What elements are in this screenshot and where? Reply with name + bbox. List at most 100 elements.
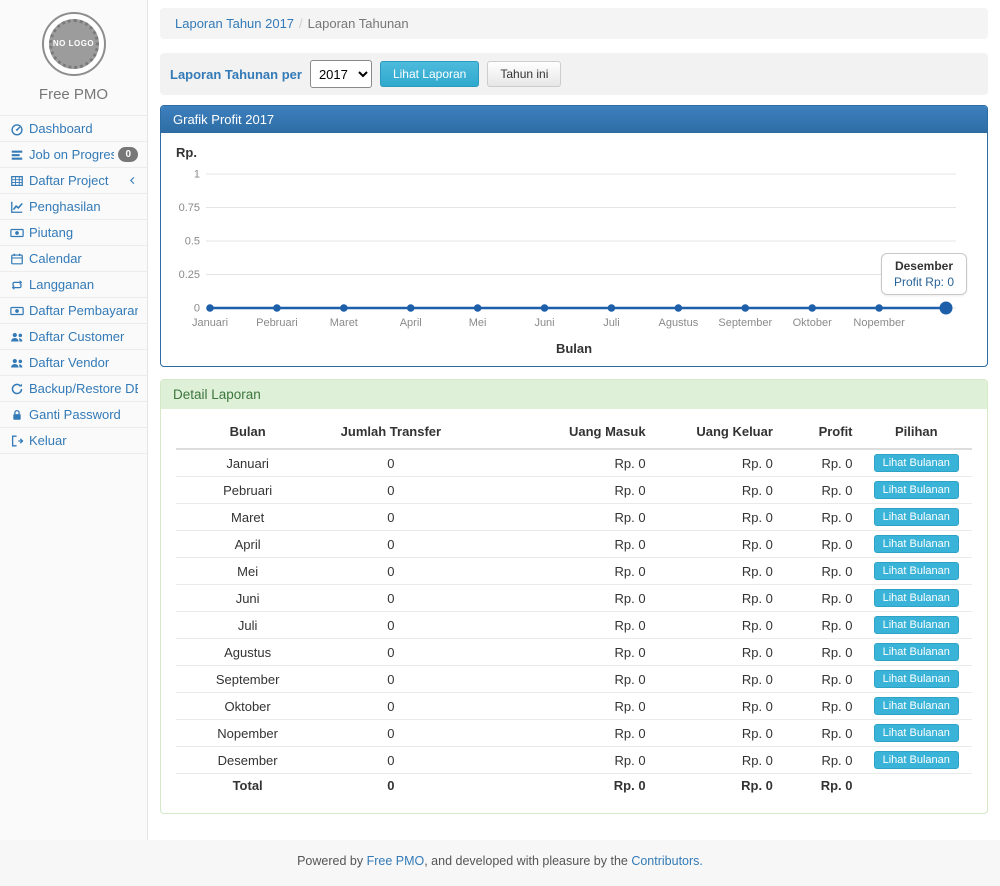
sidebar-item-daftar-project[interactable]: Daftar Project [0,168,147,194]
cell-profit: Rp. 0 [781,774,861,798]
tooltip-profit: Profit Rp: 0 [894,275,954,289]
sidebar-item-label: Daftar Customer [29,329,138,344]
cell-profit: Rp. 0 [781,747,861,774]
lihat-bulanan-button[interactable]: Lihat Bulanan [874,562,959,580]
lihat-laporan-button[interactable]: Lihat Laporan [380,61,479,87]
cell-uang_keluar: Rp. 0 [654,531,781,558]
profit-chart-svg: 00.250.50.751JanuariPebruariMaretAprilMe… [176,166,972,336]
tasks-icon [9,148,25,162]
money-icon [9,226,25,240]
svg-text:Pebruari: Pebruari [256,317,298,329]
table-row-agustus: Agustus0Rp. 0Rp. 0Rp. 0Lihat Bulanan [176,639,972,666]
dashboard-icon [9,122,25,136]
lihat-bulanan-button[interactable]: Lihat Bulanan [874,643,959,661]
cell-jumlah_transfer: 0 [319,585,462,612]
cell-uang_keluar: Rp. 0 [654,747,781,774]
table-row-juni: Juni0Rp. 0Rp. 0Rp. 0Lihat Bulanan [176,585,972,612]
year-select[interactable]: 2017 [310,60,372,88]
sidebar-item-job-on-progress[interactable]: Job on Progress0 [0,142,147,168]
y-axis-label: Rp. [176,145,972,160]
table-total-row: Total0Rp. 0Rp. 0Rp. 0 [176,774,972,798]
lihat-bulanan-button[interactable]: Lihat Bulanan [874,454,959,472]
cell-pilihan: Lihat Bulanan [861,666,972,693]
sidebar-item-label: Calendar [29,251,138,266]
breadcrumb-current: Laporan Tahunan [308,16,409,31]
cell-pilihan: Lihat Bulanan [861,558,972,585]
cell-profit: Rp. 0 [781,531,861,558]
breadcrumb-separator: / [294,16,308,31]
footer-link-contributors[interactable]: Contributors. [631,854,703,868]
users-icon [9,330,25,344]
sidebar-item-label: Daftar Project [29,173,123,188]
cell-jumlah_transfer: 0 [319,477,462,504]
svg-text:Juli: Juli [603,317,620,329]
cell-bulan: Total [176,774,319,798]
column-header-uang-masuk: Uang Masuk [463,415,654,449]
footer-link-free-pmo[interactable]: Free PMO [367,854,425,868]
cell-uang_masuk: Rp. 0 [463,612,654,639]
refresh-icon [9,382,25,396]
svg-text:0.25: 0.25 [179,269,200,281]
cell-pilihan: Lihat Bulanan [861,477,972,504]
svg-text:Agustus: Agustus [658,317,698,329]
calendar-icon [9,252,25,266]
sidebar-item-daftar-customer[interactable]: Daftar Customer [0,324,147,350]
x-axis-label: Bulan [176,341,972,356]
cell-uang_masuk: Rp. 0 [463,477,654,504]
lihat-bulanan-button[interactable]: Lihat Bulanan [874,724,959,742]
cell-uang_masuk: Rp. 0 [463,693,654,720]
svg-text:0.75: 0.75 [179,202,200,214]
column-header-bulan: Bulan [176,415,319,449]
tahun-ini-button[interactable]: Tahun ini [487,61,561,87]
lihat-bulanan-button[interactable]: Lihat Bulanan [874,481,959,499]
breadcrumb: Laporan Tahun 2017/Laporan Tahunan [160,8,988,39]
cell-uang_keluar: Rp. 0 [654,449,781,477]
cell-uang_masuk: Rp. 0 [463,774,654,798]
lihat-bulanan-button[interactable]: Lihat Bulanan [874,616,959,634]
logo-box: NO LOGO Free PMO [0,0,147,103]
lihat-bulanan-button[interactable]: Lihat Bulanan [874,535,959,553]
sidebar-item-keluar[interactable]: Keluar [0,428,147,454]
sidebar-item-label: Daftar Vendor [29,355,138,370]
sidebar-item-daftar-pembayaran[interactable]: Daftar Pembayaran [0,298,147,324]
sidebar-item-piutang[interactable]: Piutang [0,220,147,246]
sidebar-item-penghasilan[interactable]: Penghasilan [0,194,147,220]
table-row-oktober: Oktober0Rp. 0Rp. 0Rp. 0Lihat Bulanan [176,693,972,720]
svg-text:Maret: Maret [330,317,358,329]
cell-bulan: Maret [176,504,319,531]
svg-text:April: April [400,317,422,329]
lihat-bulanan-button[interactable]: Lihat Bulanan [874,751,959,769]
cell-pilihan [861,774,972,798]
svg-text:0: 0 [194,303,200,315]
cell-profit: Rp. 0 [781,585,861,612]
lihat-bulanan-button[interactable]: Lihat Bulanan [874,508,959,526]
lock-icon [9,408,25,422]
cell-profit: Rp. 0 [781,666,861,693]
lihat-bulanan-button[interactable]: Lihat Bulanan [874,697,959,715]
sidebar-item-langganan[interactable]: Langganan [0,272,147,298]
table-row-januari: Januari0Rp. 0Rp. 0Rp. 0Lihat Bulanan [176,449,972,477]
lihat-bulanan-button[interactable]: Lihat Bulanan [874,589,959,607]
sidebar-item-calendar[interactable]: Calendar [0,246,147,272]
detail-panel-title: Detail Laporan [161,380,987,409]
cell-pilihan: Lihat Bulanan [861,720,972,747]
cell-uang_keluar: Rp. 0 [654,558,781,585]
cell-uang_keluar: Rp. 0 [654,504,781,531]
cell-jumlah_transfer: 0 [319,747,462,774]
sidebar-item-daftar-vendor[interactable]: Daftar Vendor [0,350,147,376]
sidebar-item-backup-restore-db[interactable]: Backup/Restore DB [0,376,147,402]
cell-uang_masuk: Rp. 0 [463,558,654,585]
footer: Powered by Free PMO, and developed with … [0,840,1000,886]
profit-chart: 00.250.50.751JanuariPebruariMaretAprilMe… [176,166,972,339]
breadcrumb-link-laporan-tahun[interactable]: Laporan Tahun 2017 [175,16,294,31]
sidebar-item-ganti-password[interactable]: Ganti Password [0,402,147,428]
lihat-bulanan-button[interactable]: Lihat Bulanan [874,670,959,688]
sidebar-item-label: Dashboard [29,121,138,136]
column-header-uang-keluar: Uang Keluar [654,415,781,449]
cell-pilihan: Lihat Bulanan [861,504,972,531]
cell-pilihan: Lihat Bulanan [861,612,972,639]
sign-out-icon [9,434,25,448]
sidebar-item-dashboard[interactable]: Dashboard [0,116,147,142]
cell-profit: Rp. 0 [781,449,861,477]
cell-uang_keluar: Rp. 0 [654,693,781,720]
